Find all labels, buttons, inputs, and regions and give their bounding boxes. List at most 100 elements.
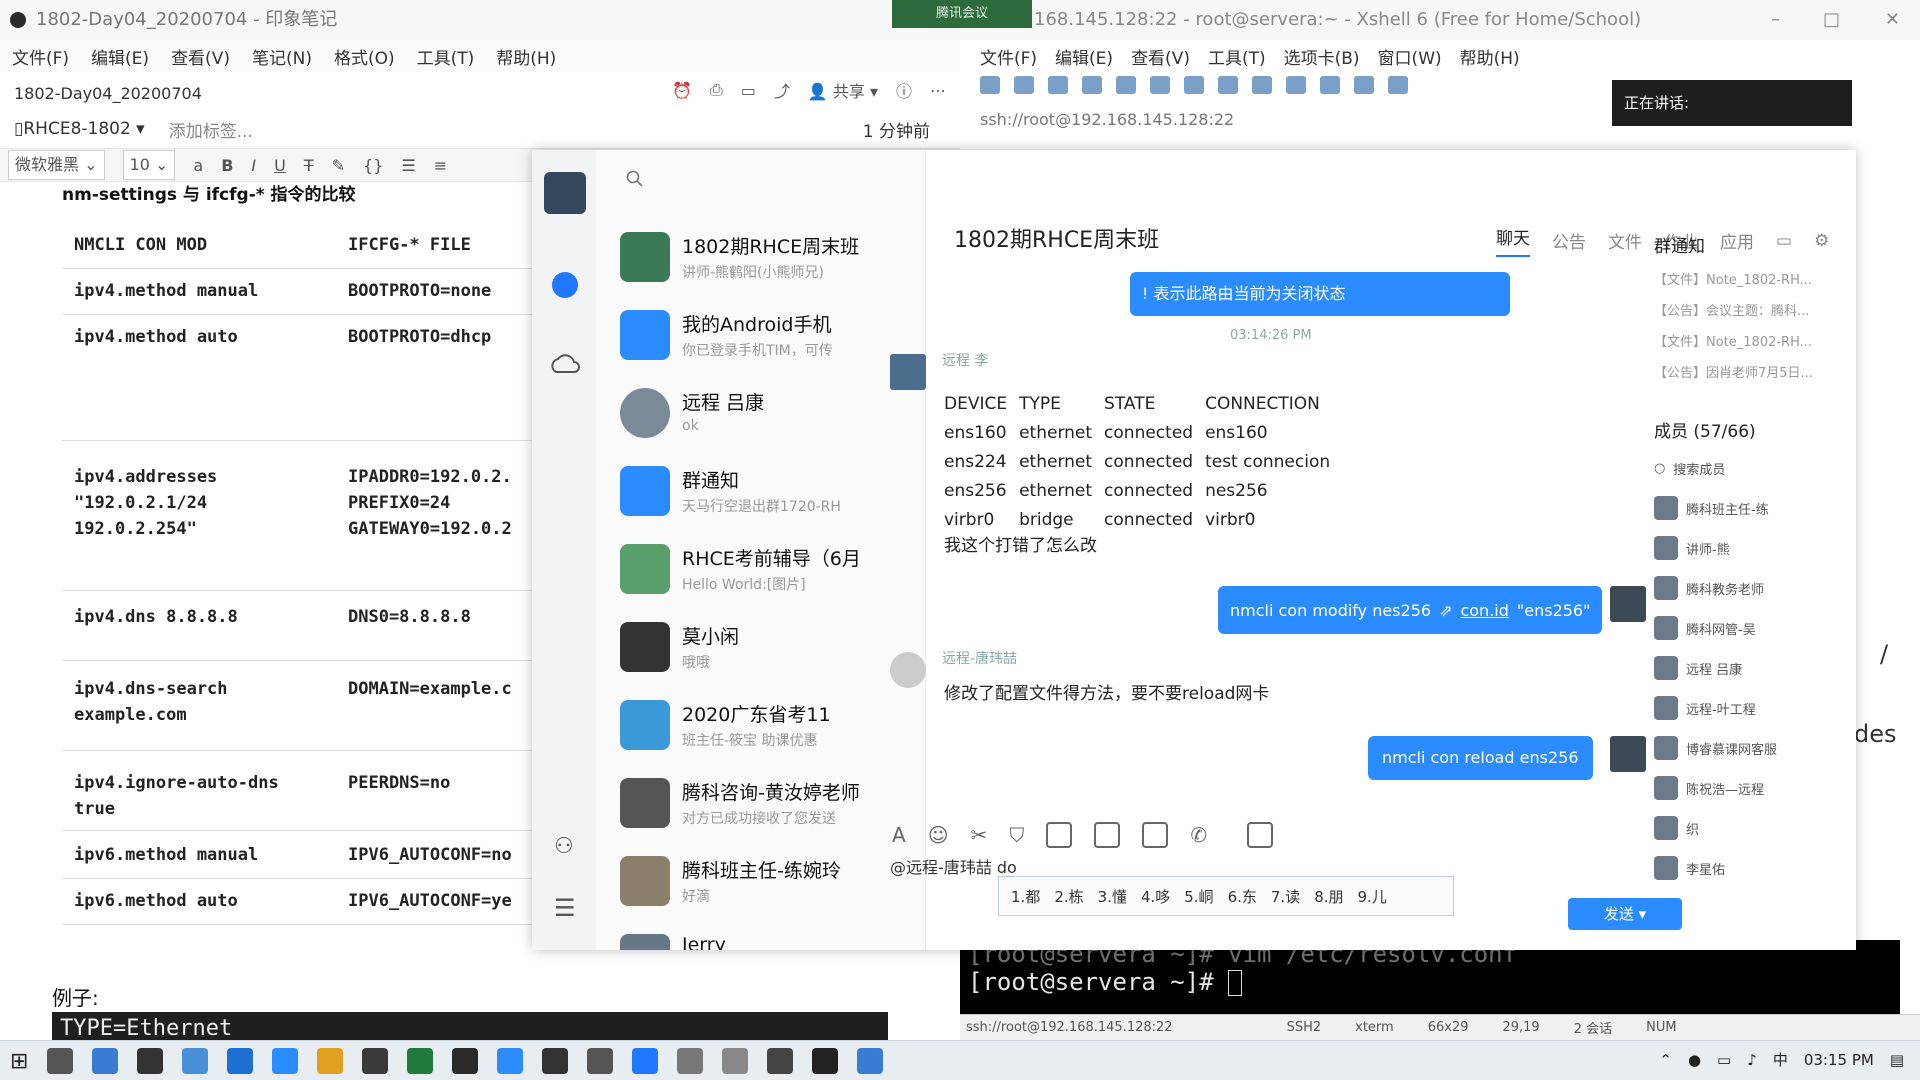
avatar[interactable] (544, 172, 586, 214)
menu-tabs[interactable]: 选项卡(B) (1284, 44, 1360, 69)
member-item[interactable]: 腾科班主任-练 (1654, 494, 1844, 522)
app-icon[interactable] (182, 1048, 209, 1074)
reminder-icon[interactable]: ⏰ (672, 81, 692, 100)
app-icon[interactable] (722, 1048, 749, 1074)
list-item[interactable]: 我的Android手机 你已登录手机TIM，可传 (596, 298, 926, 376)
menu-help[interactable]: 帮助(H) (496, 44, 556, 69)
sftp-icon[interactable] (1286, 76, 1306, 94)
app-icon[interactable] (542, 1048, 569, 1074)
add-contact-icon[interactable]: ⚇ (554, 834, 574, 859)
notice-item[interactable]: 【公告】因肖老师7月5日... (1654, 362, 1834, 381)
share-button[interactable]: 👤 共享 ▾ (808, 78, 878, 102)
app-icon[interactable] (497, 1048, 524, 1074)
close-icon[interactable]: ✕ (1885, 0, 1900, 40)
tray-icon[interactable]: ⌃ (1659, 1051, 1672, 1069)
avatar[interactable] (1610, 736, 1646, 772)
message-link[interactable]: con.id (1460, 601, 1508, 620)
underline-icon[interactable]: U (274, 156, 286, 175)
transfer-icon[interactable] (1320, 76, 1340, 94)
font-icon[interactable] (1252, 76, 1272, 94)
chat-bubble-icon[interactable] (552, 272, 578, 298)
message-input[interactable]: @远程-唐玮喆 do (890, 854, 1017, 878)
list-item[interactable]: RHCE考前辅导（6月 Hello World:[图片] (596, 532, 926, 610)
ime-candidate[interactable]: 1.都 (1011, 886, 1040, 907)
highlight-icon[interactable]: ✎ (332, 156, 345, 175)
bold-icon[interactable]: B (221, 156, 233, 175)
tim-icon[interactable] (632, 1048, 659, 1074)
list-item[interactable]: 远程 吕康 ok (596, 376, 926, 454)
menu-tools[interactable]: 工具(T) (417, 44, 475, 69)
avatar[interactable] (1610, 586, 1646, 622)
ime-candidate[interactable]: 9.儿 (1358, 886, 1387, 907)
list-item[interactable]: 腾科班主任-练婉玲 好滴 (596, 844, 926, 922)
note-title[interactable]: 1802-Day04_20200704 (14, 84, 202, 103)
explorer-icon[interactable] (92, 1048, 119, 1074)
ime-icon[interactable]: 中 (1773, 1049, 1788, 1070)
member-item[interactable]: 腾科教务老师 (1654, 574, 1844, 602)
properties-icon[interactable] (1116, 76, 1136, 94)
list-item[interactable]: Jerry (596, 922, 926, 950)
help-icon[interactable] (1247, 822, 1274, 848)
open-icon[interactable] (1014, 76, 1034, 94)
member-item[interactable]: 远程 吕康 (1654, 654, 1844, 682)
globe-icon[interactable] (1218, 76, 1238, 94)
italic-icon[interactable]: I (251, 156, 256, 175)
print-icon[interactable]: ⎙ (710, 80, 723, 100)
bullet-list-icon[interactable]: ☰ (401, 156, 415, 175)
ime-candidate[interactable]: 8.朋 (1314, 886, 1343, 907)
meeting-badge[interactable]: 腾讯会议 (892, 0, 1032, 28)
tab-announcements[interactable]: 公告 (1552, 228, 1586, 253)
script-icon[interactable] (1354, 76, 1374, 94)
emoji-icon[interactable]: ☺ (928, 823, 949, 847)
menu-edit[interactable]: 编辑(E) (1055, 44, 1113, 69)
new-session-icon[interactable] (980, 76, 1000, 94)
avatar[interactable] (890, 354, 926, 390)
menu-help[interactable]: 帮助(H) (1460, 44, 1520, 69)
font-color-icon[interactable]: a (193, 156, 203, 175)
app-icon[interactable] (587, 1048, 614, 1074)
menu-window[interactable]: 窗口(W) (1378, 44, 1442, 69)
edge-icon[interactable] (227, 1048, 254, 1074)
menu-view[interactable]: 查看(V) (171, 44, 230, 69)
present-icon[interactable]: ▭ (741, 81, 756, 100)
search-icon[interactable] (626, 170, 644, 188)
member-item[interactable]: 腾科网管-吴 (1654, 614, 1844, 642)
list-item[interactable]: 腾科咨询-黄汝婷老师 对方已成功接收了您发送 (596, 766, 926, 844)
address-bar[interactable]: ssh://root@192.168.145.128:22 (980, 110, 1234, 129)
shield-icon[interactable]: ⛉ (1009, 823, 1024, 847)
app-icon[interactable] (137, 1048, 164, 1074)
ime-candidate[interactable]: 5.峒 (1184, 886, 1213, 907)
image-icon[interactable] (1046, 822, 1073, 848)
ime-candidate[interactable]: 3.懂 (1098, 886, 1127, 907)
minimize-icon[interactable]: – (1771, 0, 1780, 40)
evernote-icon[interactable] (452, 1048, 479, 1074)
clock[interactable]: 03:15 PM (1804, 1051, 1874, 1069)
list-item[interactable]: 群通知 天马行空退出群1720-RH (596, 454, 926, 532)
number-list-icon[interactable]: ≡ (434, 156, 447, 175)
notice-item[interactable]: 【公告】会议主题：腾科... (1654, 300, 1834, 319)
notification-icon[interactable]: ▤ (1890, 1051, 1904, 1069)
settings-icon[interactable] (677, 1048, 704, 1074)
terminal-output[interactable]: [root@servera ~]# vim /etc/resolv.conf [… (960, 940, 1900, 1014)
find-icon[interactable] (1150, 76, 1170, 94)
info-icon[interactable]: ⓘ (896, 78, 912, 102)
tray-icon[interactable]: ● (1688, 1051, 1701, 1069)
folder-icon[interactable] (1094, 822, 1121, 848)
excel-icon[interactable] (407, 1048, 434, 1074)
share-link-icon[interactable]: ⤴ (774, 78, 790, 102)
tab-chat[interactable]: 聊天 (1496, 224, 1530, 257)
font-size-select[interactable]: 10 ⌄ (122, 150, 176, 180)
ime-candidate[interactable]: 7.读 (1271, 886, 1300, 907)
add-tag-field[interactable]: 添加标签... (169, 117, 253, 142)
copy-icon[interactable] (1184, 76, 1204, 94)
scissors-icon[interactable]: ✂ (971, 823, 988, 847)
task-view-icon[interactable] (47, 1048, 74, 1074)
menu-edit[interactable]: 编辑(E) (91, 44, 149, 69)
notice-item[interactable]: 【文件】Note_1802-RH... (1654, 331, 1834, 350)
ime-candidate[interactable]: 6.东 (1228, 886, 1257, 907)
menu-format[interactable]: 格式(O) (334, 44, 395, 69)
menu-note[interactable]: 笔记(N) (252, 44, 312, 69)
list-item[interactable]: 2020广东省考11 班主任-筱宝 助课优惠 (596, 688, 926, 766)
font-family-select[interactable]: 微软雅黑 ⌄ (8, 150, 105, 180)
code-icon[interactable]: {} (363, 156, 383, 175)
